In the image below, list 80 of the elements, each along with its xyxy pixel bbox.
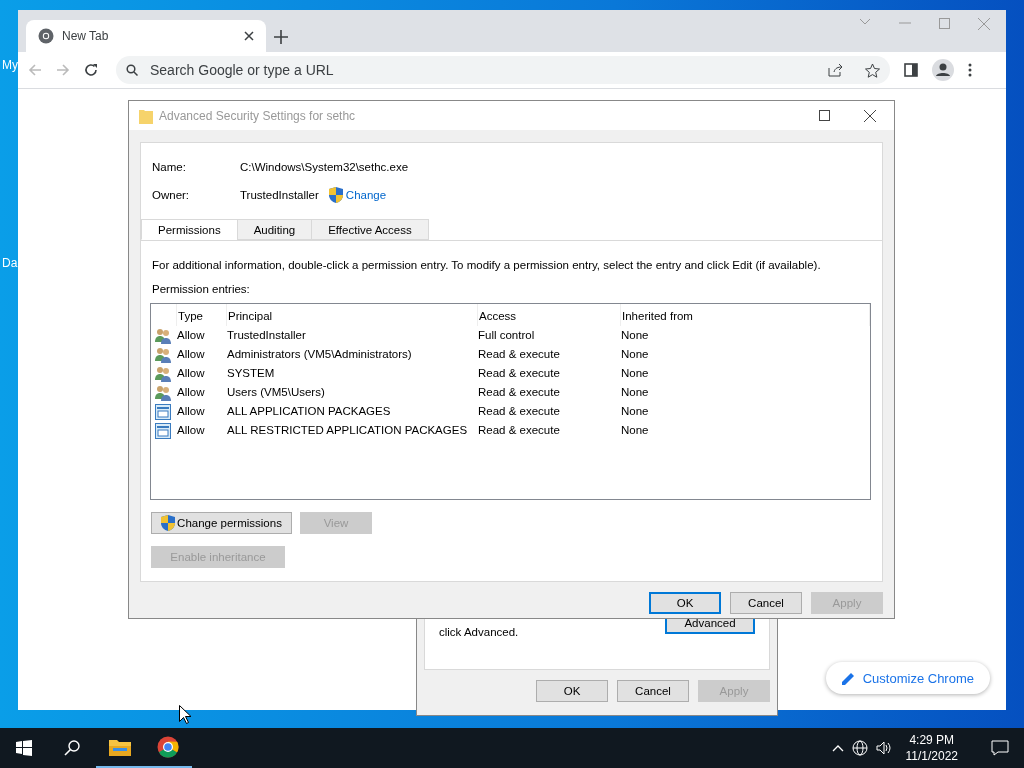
info-text: For additional information, double-click a permission entry. To modify a permission entry, select the entry and click Edit (if available). xyxy=(152,258,822,272)
side-panel-icon[interactable] xyxy=(904,63,918,77)
address-bar[interactable]: Search Google or type a URL xyxy=(116,56,890,84)
package-icon xyxy=(155,403,171,420)
table-cell-text: None xyxy=(621,404,650,419)
table-cell-text: None xyxy=(621,366,650,381)
table-cell-text: Read & execute xyxy=(478,385,561,400)
column-header[interactable]: Access xyxy=(478,304,621,326)
users-icon xyxy=(155,365,171,382)
table-cell-text: SYSTEM xyxy=(227,366,276,381)
plus-icon[interactable] xyxy=(274,30,288,44)
address-field[interactable]: Search Google or type a URL xyxy=(148,61,818,79)
table-cell-text: Full control xyxy=(478,328,536,343)
section-label: Permission entries: xyxy=(152,283,251,295)
change-permissions-button[interactable]: Change permissions xyxy=(151,512,292,534)
search-icon xyxy=(126,64,138,76)
table-cell-text: None xyxy=(621,423,650,438)
folder-icon xyxy=(139,107,153,124)
instruction-text: click Advanced. xyxy=(439,626,519,639)
table-cell-text: Allow xyxy=(177,328,206,343)
table-cell-text: Allow xyxy=(177,385,206,400)
dialog-button[interactable]: Cancel xyxy=(617,680,689,702)
users-icon xyxy=(155,384,171,401)
reload-icon[interactable] xyxy=(84,63,98,77)
table-cell-text: ALL APPLICATION PACKAGES xyxy=(227,404,392,419)
tab[interactable]: Permissions xyxy=(141,219,238,240)
table-cell-text: Read & execute xyxy=(478,347,561,362)
users-icon xyxy=(155,346,171,363)
windows-logo-icon xyxy=(16,740,32,756)
folder-icon xyxy=(109,738,131,756)
field-value: C:\Windows\System32\sethc.exe xyxy=(240,161,409,173)
share-icon[interactable] xyxy=(828,63,843,77)
customize-chrome-button[interactable]: Customize Chrome xyxy=(825,662,990,694)
table-cell-text: Administrators (VM5\Administrators) xyxy=(227,347,413,362)
table-cell-text: TrustedInstaller xyxy=(227,328,307,343)
browser-tab[interactable]: New Tab xyxy=(26,20,266,52)
tab[interactable]: Effective Access xyxy=(311,219,429,240)
speaker-icon[interactable] xyxy=(875,741,892,755)
search-icon xyxy=(64,740,80,756)
table-cell-text: None xyxy=(621,385,650,400)
table-cell-text: Read & execute xyxy=(478,404,561,419)
dialog-button[interactable]: OK xyxy=(536,680,608,702)
table-cell-text: Allow xyxy=(177,347,206,362)
dialog-button[interactable]: Cancel xyxy=(730,592,802,614)
shield-icon xyxy=(161,515,176,531)
close-icon[interactable] xyxy=(864,109,876,122)
menu-icon[interactable] xyxy=(968,63,972,77)
field-label: Name: xyxy=(152,161,187,173)
table-cell-text: None xyxy=(621,347,650,362)
column-header[interactable]: Inherited from xyxy=(621,304,870,326)
field-value: TrustedInstaller xyxy=(240,189,319,201)
table-cell-text: Allow xyxy=(177,423,206,438)
table-cell-text: ALL RESTRICTED APPLICATION PACKAGES xyxy=(227,423,469,438)
dialog-button[interactable]: OK xyxy=(649,592,721,614)
chrome-logo-icon xyxy=(157,736,179,758)
table-cell-text: Allow xyxy=(177,366,206,381)
star-icon[interactable] xyxy=(865,62,880,78)
tab[interactable]: Auditing xyxy=(236,219,313,240)
window-title: Advanced Security Settings for sethc xyxy=(159,108,357,123)
table-cell-text: Read & execute xyxy=(478,423,561,438)
column-header[interactable]: Principal xyxy=(227,304,478,326)
clock[interactable]: 4:29 PM 11/1/2022 xyxy=(899,732,968,764)
maximize-icon[interactable] xyxy=(819,109,830,121)
package-icon xyxy=(155,422,171,439)
table-cell-text: None xyxy=(621,328,650,343)
close-icon[interactable] xyxy=(244,31,254,41)
shield-icon xyxy=(328,187,343,203)
change-link[interactable]: Change xyxy=(328,187,387,203)
field-label: Owner: xyxy=(152,189,191,201)
table-cell-text: Allow xyxy=(177,404,206,419)
table-cell-text: Users (VM5\Users) xyxy=(227,385,326,400)
profile-icon[interactable] xyxy=(932,59,954,81)
speech-bubble-icon xyxy=(991,740,1009,756)
chrome-logo-icon xyxy=(38,28,54,44)
table-cell-text: Read & execute xyxy=(478,366,561,381)
chevron-up-icon[interactable] xyxy=(831,744,844,752)
pencil-icon xyxy=(841,671,855,685)
column-header[interactable]: Type xyxy=(177,304,227,326)
globe-icon[interactable] xyxy=(851,740,868,756)
users-icon xyxy=(155,327,171,344)
